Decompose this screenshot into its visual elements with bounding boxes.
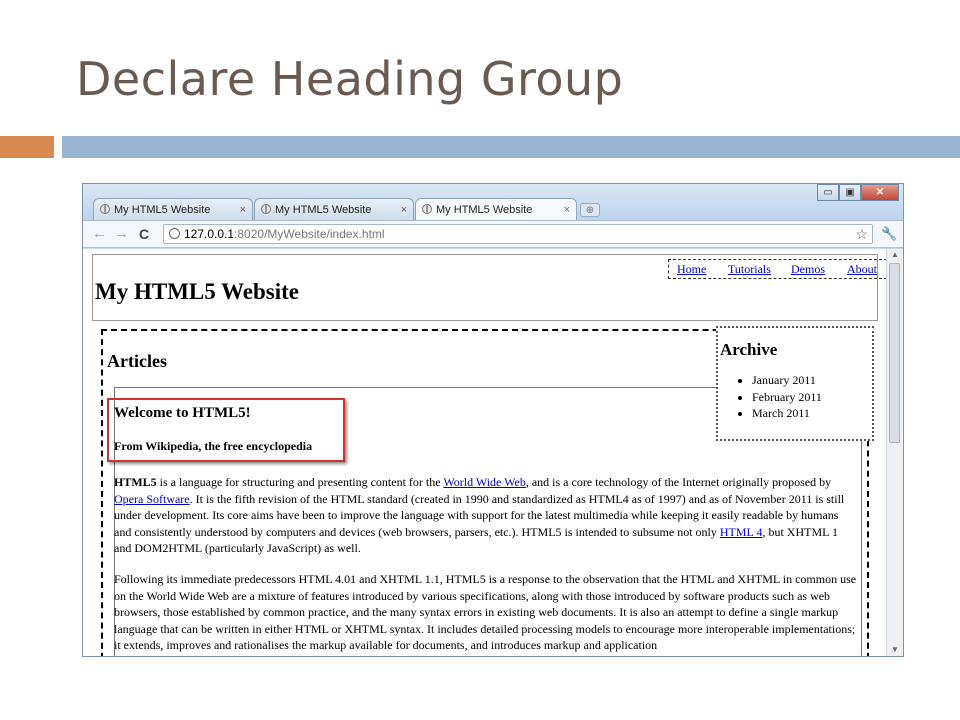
- article-title: Welcome to HTML5!: [114, 405, 251, 421]
- scroll-up-icon[interactable]: ▲: [887, 249, 903, 261]
- site-header: My HTML5 Website Home Tutorials Demos Ab…: [92, 254, 886, 321]
- globe-icon: [422, 204, 432, 214]
- browser-titlebar: My HTML5 Website × My HTML5 Website × My…: [83, 184, 903, 220]
- nav-link-about[interactable]: About: [847, 262, 877, 277]
- slide-title: Declare Heading Group: [76, 52, 624, 106]
- globe-icon: [261, 204, 271, 214]
- archive-item[interactable]: March 2011: [752, 405, 822, 422]
- article-paragraph-2: Following its immediate predecessors HTM…: [114, 572, 857, 653]
- browser-tab-1[interactable]: My HTML5 Website ×: [93, 198, 253, 220]
- globe-icon: [169, 228, 180, 239]
- new-tab-button[interactable]: ⊕: [580, 203, 600, 217]
- accent-bar-orange: [0, 136, 54, 158]
- scroll-down-icon[interactable]: ▼: [887, 644, 903, 656]
- wrench-icon[interactable]: 🔧: [881, 226, 897, 242]
- nav-link-tutorials[interactable]: Tutorials: [728, 262, 771, 277]
- paragraph-text: , and is a core technology of the Intern…: [525, 475, 832, 489]
- lead-term: HTML5: [114, 475, 157, 489]
- link-world-wide-web[interactable]: World Wide Web: [443, 475, 525, 489]
- browser-screenshot: My HTML5 Website × My HTML5 Website × My…: [82, 183, 904, 657]
- site-nav: Home Tutorials Demos About: [668, 259, 886, 279]
- browser-toolbar: ← → C 127.0.0.1:8020/MyWebsite/index.htm…: [83, 220, 903, 248]
- article-subtitle: From Wikipedia, the free encyclopedia: [114, 439, 313, 453]
- archive-item[interactable]: January 2011: [752, 372, 822, 389]
- minimize-button[interactable]: ▭: [817, 184, 839, 201]
- back-icon[interactable]: ←: [92, 225, 107, 243]
- tab-label: My HTML5 Website: [275, 204, 372, 216]
- tab-label: My HTML5 Website: [436, 204, 533, 216]
- article-paragraph-1: HTML5 is a language for structuring and …: [114, 474, 858, 557]
- archive-list: January 2011 February 2011 March 2011: [734, 372, 822, 422]
- url-text: 127.0.0.1:8020/MyWebsite/index.html: [184, 225, 385, 243]
- url-path: :8020/MyWebsite/index.html: [234, 227, 385, 241]
- articles-heading: Articles: [107, 351, 167, 371]
- url-host: 127.0.0.1: [184, 227, 235, 241]
- nav-link-demos[interactable]: Demos: [791, 262, 825, 277]
- close-tab-icon[interactable]: ×: [564, 199, 570, 221]
- browser-tab-2[interactable]: My HTML5 Website ×: [254, 198, 414, 220]
- nav-link-home[interactable]: Home: [677, 262, 706, 277]
- reload-icon[interactable]: C: [139, 225, 149, 243]
- archive-aside: Archive January 2011 February 2011 March…: [716, 326, 874, 441]
- vertical-scrollbar[interactable]: ▲ ▼: [886, 249, 903, 656]
- close-window-button[interactable]: ✕: [861, 184, 899, 201]
- accent-bar-blue: [62, 136, 960, 158]
- link-html4[interactable]: HTML 4: [720, 525, 763, 539]
- link-opera-software[interactable]: Opera Software: [114, 492, 190, 506]
- site-title: My HTML5 Website: [95, 279, 300, 304]
- browser-tab-3-active[interactable]: My HTML5 Website ×: [415, 198, 577, 220]
- scroll-thumb[interactable]: [889, 263, 900, 443]
- archive-heading: Archive: [720, 340, 778, 359]
- forward-icon[interactable]: →: [114, 225, 129, 243]
- close-tab-icon[interactable]: ×: [401, 199, 407, 221]
- archive-item[interactable]: February 2011: [752, 389, 822, 406]
- star-icon[interactable]: ☆: [855, 225, 868, 243]
- maximize-button[interactable]: ▣: [839, 184, 861, 201]
- close-tab-icon[interactable]: ×: [240, 199, 246, 221]
- page-viewport: My HTML5 Website Home Tutorials Demos Ab…: [83, 249, 886, 656]
- tab-label: My HTML5 Website: [114, 204, 211, 216]
- globe-icon: [100, 204, 110, 214]
- address-bar[interactable]: 127.0.0.1:8020/MyWebsite/index.html ☆: [163, 224, 873, 244]
- paragraph-text: is a language for structuring and presen…: [156, 475, 444, 489]
